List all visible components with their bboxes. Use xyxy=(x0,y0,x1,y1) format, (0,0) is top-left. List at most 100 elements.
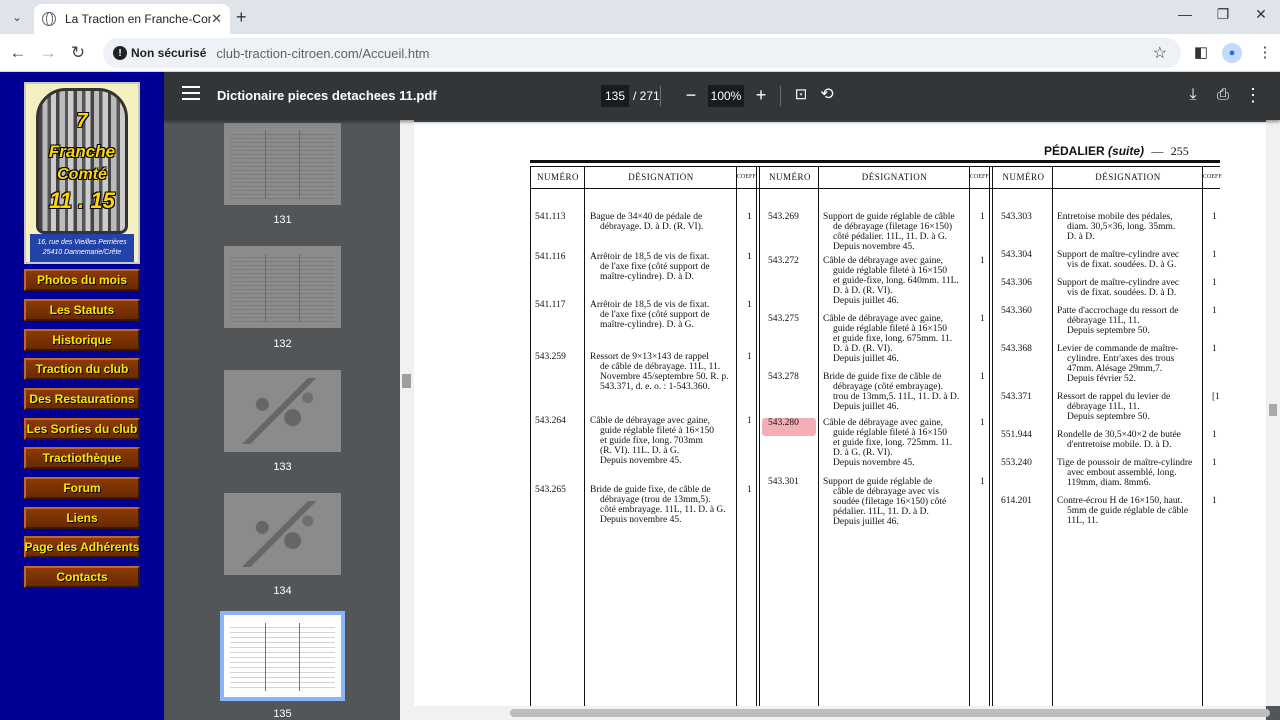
page-number: 255 xyxy=(1170,144,1189,158)
part-designation: Rondelle de 30,5×40×2 de butée d'entretoi… xyxy=(1057,430,1199,450)
part-coeff: 1 xyxy=(980,314,985,324)
part-number: 541.117 xyxy=(535,300,566,310)
designation-line: débrayage (trou de 13mm,5). xyxy=(600,495,711,505)
nav-traction-du-club[interactable]: Traction du club xyxy=(24,358,140,380)
more-actions-icon[interactable]: ⋮ xyxy=(1242,84,1264,106)
kebab-menu-icon[interactable]: ⋮ xyxy=(1254,43,1276,61)
designation-line: Bride de guide fixe de câble de xyxy=(823,372,942,382)
logo-line-1: 7 xyxy=(76,110,88,132)
fit-to-page-icon[interactable]: ⊡ xyxy=(790,84,812,106)
back-arrow-icon[interactable]: ← xyxy=(8,43,28,63)
nav-page-des-adherents[interactable]: Page des Adhérents xyxy=(24,536,140,558)
horizontal-scrollbar[interactable] xyxy=(414,706,1270,720)
part-designation: Support de maître-cylindre avec vis de fi… xyxy=(1057,278,1199,298)
designation-line: Depuis novembre 45. xyxy=(833,242,915,252)
designation-line: Support de guide réglable de xyxy=(823,477,933,487)
url-text[interactable]: club-traction-citroen.com/Accueil.htm xyxy=(216,46,429,61)
part-designation: Bride de guide fixe, de câble de débrayag… xyxy=(590,485,734,525)
nav-historique[interactable]: Historique xyxy=(24,329,140,351)
part-coeff: 1 xyxy=(1212,250,1217,260)
designation-line: d'entretoise mobile. D. à D. xyxy=(1067,440,1172,450)
part-designation: Tige de poussoir de maître-cylindre avec … xyxy=(1057,458,1199,488)
scroll-thumb[interactable] xyxy=(1269,404,1277,416)
zoom-out-icon[interactable]: − xyxy=(680,84,702,106)
thumbnail-133[interactable] xyxy=(224,370,341,452)
scroll-thumb[interactable] xyxy=(510,709,1270,717)
rotate-icon[interactable]: ⟲ xyxy=(816,84,838,106)
zoom-input[interactable] xyxy=(708,85,744,107)
header-coeff: COEFF xyxy=(737,174,756,180)
maximize-icon[interactable]: ❐ xyxy=(1212,6,1234,23)
designation-line: et guide fixe, long. 675mm. 11. xyxy=(833,334,953,344)
part-designation: Ressort de rappel du levier de débrayage … xyxy=(1057,392,1199,422)
security-indicator[interactable]: ! Non sécurisé xyxy=(113,46,206,60)
designation-line: débrayage. D. à D. (R. VI). xyxy=(600,222,704,232)
nav-des-restaurations[interactable]: Des Restaurations xyxy=(24,388,140,410)
download-icon[interactable]: ⤓ xyxy=(1182,84,1204,106)
nav-tractiotheque[interactable]: Tractiothèque xyxy=(24,447,140,469)
thumbnail-132[interactable] xyxy=(224,246,341,328)
designation-line: Depuis juillet 46. xyxy=(833,402,899,412)
designation-line: Support de guide réglable de câble xyxy=(823,212,955,222)
designation-line: guide réglable fileté à 16×150 xyxy=(833,428,948,438)
nav-les-statuts[interactable]: Les Statuts xyxy=(24,299,140,321)
tab-search-chevron-icon[interactable]: ⌄ xyxy=(6,6,28,28)
designation-line: cylindre. Entr'axes des trous xyxy=(1067,354,1175,364)
tab-close-icon[interactable]: ✕ xyxy=(211,11,222,27)
part-coeff: 1 xyxy=(980,477,985,487)
designation-line: avec embout assemblé, long. xyxy=(1067,468,1177,478)
nav-liens[interactable]: Liens xyxy=(24,507,140,529)
nav-photos-du-mois[interactable]: Photos du mois xyxy=(24,269,140,291)
thumbnail-page-picture xyxy=(230,131,335,199)
designation-line: 11L, 11. xyxy=(1067,516,1099,526)
column-rule xyxy=(584,166,585,706)
vertical-scrollbar-left[interactable] xyxy=(400,120,414,720)
nav-les-sorties-du-club[interactable]: Les Sorties du club xyxy=(24,418,140,440)
designation-line: Support de maître-cylindre avec xyxy=(1057,250,1180,260)
scroll-thumb[interactable] xyxy=(402,374,411,388)
print-icon[interactable]: ⎙ xyxy=(1212,84,1234,106)
part-coeff: 1 xyxy=(1212,496,1217,506)
heading-rule xyxy=(530,160,1220,163)
logo-line-2: Franche xyxy=(48,142,116,161)
reload-icon[interactable]: ↻ xyxy=(68,43,88,63)
vertical-scrollbar[interactable] xyxy=(1266,120,1280,706)
column-rule xyxy=(736,166,737,706)
logo-caption: 16, rue des Vieilles Perrières 25410 Dan… xyxy=(30,234,134,262)
part-number: 614.201 xyxy=(1001,496,1032,506)
designation-line: débrayage 11L, 11. xyxy=(1067,402,1140,412)
column-rule xyxy=(1052,166,1053,706)
designation-line: D. à D. (R. VI). xyxy=(833,344,893,354)
designation-line: Arrêtoir de 18,5 de vis de fixat. xyxy=(590,300,710,310)
thumbnail-135-active[interactable] xyxy=(220,611,345,701)
designation-line: débrayage 11L, 11. xyxy=(1067,316,1140,326)
page-number-input[interactable] xyxy=(601,85,629,107)
minimize-icon[interactable]: — xyxy=(1174,6,1196,22)
designation-line: Levier de commande de maître- xyxy=(1057,344,1179,354)
side-panel-icon[interactable]: ◧ xyxy=(1190,43,1212,61)
header-coeff: COEFF xyxy=(1203,174,1222,180)
thumbnail-134[interactable] xyxy=(224,493,341,575)
profile-avatar-icon[interactable]: ● xyxy=(1222,43,1242,63)
zoom-in-icon[interactable]: + xyxy=(750,84,772,106)
hamburger-menu-icon[interactable] xyxy=(182,86,200,100)
new-tab-plus-icon[interactable]: + xyxy=(236,7,247,28)
part-designation: Arrêtoir de 18,5 de vis de fixat. de l'ax… xyxy=(590,300,734,330)
column-rule xyxy=(818,166,819,706)
omnibox[interactable]: ! Non sécurisé club-traction-citroen.com… xyxy=(103,38,1181,68)
designation-line: D. à D. (R. VI). xyxy=(833,286,893,296)
logo-caption-line-2: 25410 Dannemarie/Crête xyxy=(42,249,122,256)
bookmark-star-icon[interactable]: ☆ xyxy=(1153,43,1167,63)
designation-line: et guide fixe, long. 703mm xyxy=(600,436,703,446)
tab-active[interactable]: La Traction en Franche-Comté ✕ xyxy=(34,4,230,34)
designation-line: de l'axe fixe (côté support de xyxy=(600,262,710,272)
nav-contacts[interactable]: Contacts xyxy=(24,566,140,588)
forward-arrow-icon[interactable]: → xyxy=(38,43,58,63)
nav-forum[interactable]: Forum xyxy=(24,477,140,499)
designation-line: Câble de débrayage avec gaine, xyxy=(590,416,711,426)
thumbnail-131[interactable] xyxy=(224,123,341,205)
designation-line: Novembre 45/septembre 50. R. p. xyxy=(600,372,729,382)
window-close-icon[interactable]: ✕ xyxy=(1250,6,1272,23)
part-number: 551.944 xyxy=(1001,430,1032,440)
header-numero: NUMÉRO xyxy=(1002,172,1045,182)
